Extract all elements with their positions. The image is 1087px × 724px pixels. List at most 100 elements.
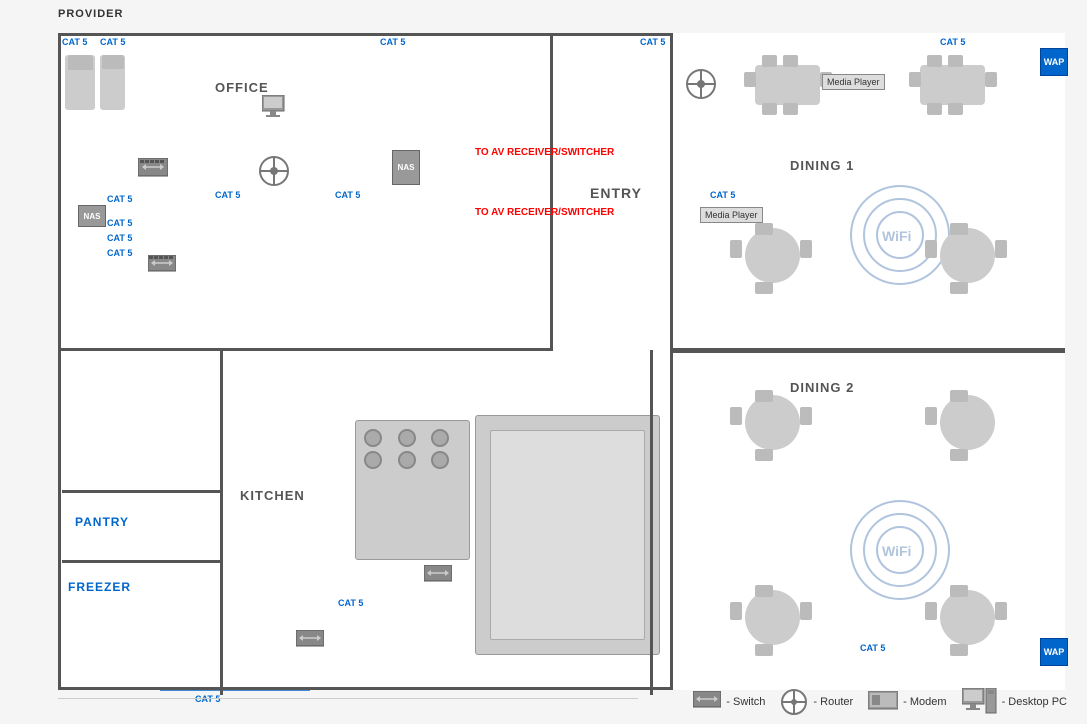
cat5-label-bottom: CAT 5 (860, 643, 885, 653)
chair (755, 390, 773, 402)
cat5-label-nas-2: CAT 5 (107, 233, 132, 243)
legend-desktop: - Desktop PC (962, 688, 1067, 716)
chair (762, 55, 777, 67)
kitchen-wall-right (650, 350, 653, 695)
nas-left: NAS (78, 205, 106, 227)
burner (431, 451, 449, 469)
furniture-couch-arm (102, 55, 124, 69)
cat5-label-kitchen: CAT 5 (338, 598, 363, 608)
chair (995, 240, 1007, 258)
bottom-left-switch (296, 630, 324, 657)
chair (925, 602, 937, 620)
chair (783, 103, 798, 115)
chair (755, 449, 773, 461)
chair (948, 55, 963, 67)
modem-legend-label: - Modem (903, 696, 946, 708)
chair (909, 72, 921, 87)
chair (755, 223, 773, 235)
chair (730, 407, 742, 425)
chair (783, 55, 798, 67)
av-label-1: TO AV RECEIVER/SWITCHER (475, 147, 614, 158)
desktop-pc-office (262, 95, 297, 130)
cat5-label-bottom-2: CAT 5 (195, 694, 220, 704)
chair (948, 103, 963, 115)
burner (364, 451, 382, 469)
media-player-entry: Media Player (700, 207, 763, 223)
bottom-switch (148, 255, 176, 282)
cat5-label-nas-3: CAT 5 (107, 248, 132, 258)
chair (800, 602, 812, 620)
cat5-label-nas: CAT 5 (107, 218, 132, 228)
chair (755, 282, 773, 294)
cat5-label-nas-4: CAT 5 (107, 194, 132, 204)
wap-bottom-right: WAP (1040, 638, 1068, 666)
pub-counter-inner (490, 430, 645, 640)
chair (744, 72, 756, 87)
chair (985, 72, 997, 87)
chair (950, 449, 968, 461)
dining1-label: DINING 1 (790, 158, 854, 173)
entry-switch (685, 68, 717, 105)
wifi-label-1: WiFi (882, 228, 911, 244)
cat5-label-office-1: CAT 5 (215, 190, 240, 200)
cat5-label-top-3: CAT 5 (640, 37, 665, 47)
burner (398, 429, 416, 447)
chair (755, 585, 773, 597)
chair (925, 240, 937, 258)
av-label-2: TO AV RECEIVER/SWITCHER (475, 207, 614, 218)
cat5-label-office-2: CAT 5 (335, 190, 360, 200)
legend-modem: - Modem (868, 691, 946, 713)
pantry-divider (62, 490, 222, 493)
chair (730, 240, 742, 258)
chair (950, 644, 968, 656)
dining2-label: DINING 2 (790, 380, 854, 395)
legend-router: - Router (780, 688, 853, 716)
office-room (58, 33, 553, 351)
chair (950, 585, 968, 597)
table-1 (755, 65, 820, 105)
cat5-label-top-4: CAT 5 (940, 37, 965, 47)
switch-legend-label: - Switch (726, 696, 765, 708)
table-2 (920, 65, 985, 105)
wifi-label-2: WiFi (882, 543, 911, 559)
chair (950, 282, 968, 294)
burner (364, 429, 382, 447)
office-label: OFFICE (215, 80, 269, 95)
legend-switch: - Switch (693, 691, 765, 713)
chair (755, 644, 773, 656)
chair (762, 103, 777, 115)
round-table-6 (940, 590, 995, 645)
office-router (258, 155, 290, 192)
chair (730, 602, 742, 620)
cat5-label-entry: CAT 5 (710, 190, 735, 200)
stove-unit (355, 420, 470, 560)
media-player-top: Media Player (822, 74, 885, 90)
chair (800, 240, 812, 258)
main-switch (138, 158, 168, 188)
legend: - Switch - Router - Modem (693, 688, 1067, 716)
desktop-legend-label: - Desktop PC (1002, 696, 1067, 708)
nas-office: NAS (392, 150, 420, 185)
furniture-sofa-2 (68, 55, 93, 70)
chair (925, 407, 937, 425)
cat5-label-top-1: CAT 5 (100, 37, 125, 47)
round-table-1 (745, 228, 800, 283)
burner (431, 429, 449, 447)
freezer-divider (62, 560, 222, 563)
legend-separator (58, 698, 638, 699)
round-table-5 (745, 590, 800, 645)
chair (927, 55, 942, 67)
pantry-wall (220, 490, 223, 690)
chair (800, 407, 812, 425)
pantry-label: PANTRY (75, 515, 129, 529)
round-table-4 (940, 395, 995, 450)
chair (950, 390, 968, 402)
round-table-2 (940, 228, 995, 283)
chair (927, 103, 942, 115)
chair (950, 223, 968, 235)
cat5-label-left: CAT 5 (62, 37, 87, 47)
burner (398, 451, 416, 469)
diagram-container: PROVIDER (0, 0, 1087, 724)
chair (995, 602, 1007, 620)
kitchen-switch (424, 565, 452, 592)
